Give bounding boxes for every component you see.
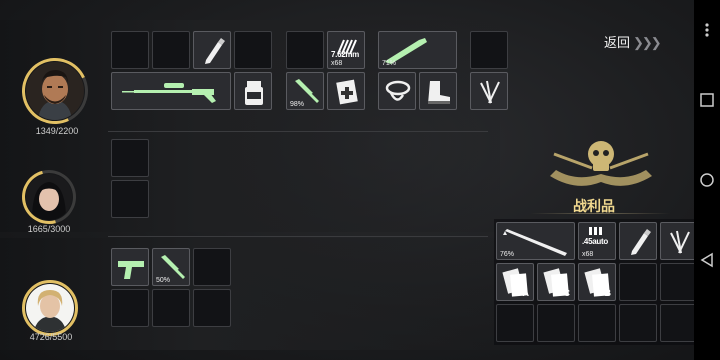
item-slot-crowbar[interactable]: 76% — [496, 222, 575, 260]
back-button[interactable]: 返回 ❯❯❯ — [604, 32, 662, 51]
durability-text: 50% — [156, 277, 171, 284]
book-icon — [584, 268, 610, 297]
boots-icon — [428, 81, 450, 104]
item-slot-darts[interactable] — [660, 222, 698, 260]
empty-slot[interactable] — [111, 31, 149, 69]
male-portrait-art — [26, 62, 84, 120]
empty-slot[interactable] — [111, 289, 149, 327]
book-icon — [543, 268, 569, 297]
empty-slot[interactable] — [660, 263, 698, 301]
item-slot-darts[interactable] — [470, 72, 508, 110]
item-slot-boots[interactable] — [419, 72, 457, 110]
item-slot-medkit[interactable] — [327, 72, 365, 110]
ammo-quantity: x68 — [582, 251, 594, 258]
hp-text: 1665/3000 — [27, 224, 71, 234]
empty-slot[interactable] — [286, 31, 324, 69]
character-portrait-female[interactable] — [26, 174, 72, 220]
pistol-icon — [118, 261, 144, 279]
empty-slot[interactable] — [578, 304, 616, 342]
empty-slot[interactable] — [619, 304, 657, 342]
item-slot-sniper-rifle[interactable] — [111, 72, 231, 110]
durability-text: 76% — [500, 251, 515, 258]
empty-slot[interactable] — [193, 248, 231, 286]
item-slot-book-c[interactable]: C — [537, 263, 575, 301]
empty-slot[interactable] — [152, 31, 190, 69]
book-letter: A — [522, 288, 530, 298]
hp-text: 1349/2200 — [35, 126, 79, 136]
book-letter: C — [563, 288, 571, 298]
empty-slot[interactable] — [193, 289, 231, 327]
item-slot-bat[interactable]: 71% — [378, 31, 457, 69]
row-divider — [108, 236, 488, 237]
game-screen: { "header": {"back_label": "返回", "back_c… — [0, 0, 720, 360]
blonde-portrait-art — [26, 284, 74, 332]
item-slot-pencil[interactable] — [193, 31, 231, 69]
item-slot-book-a[interactable]: A — [496, 263, 534, 301]
ammo-caliber: 7.62mm — [331, 50, 359, 59]
square-icon — [700, 93, 714, 107]
home-button[interactable] — [699, 172, 715, 188]
durability-text: 98% — [290, 101, 305, 108]
item-slot-bottle[interactable] — [234, 72, 272, 110]
medkit-icon — [336, 79, 358, 105]
rope-icon — [385, 80, 411, 101]
ammo-caliber: .45auto — [582, 237, 608, 246]
character-portrait-blonde[interactable] — [26, 284, 74, 332]
durability-text: 71% — [382, 60, 397, 67]
item-slot-rope[interactable] — [378, 72, 416, 110]
chevron-right-icon: ❯❯❯ — [633, 35, 662, 50]
empty-slot[interactable] — [111, 180, 149, 218]
sniper-rifle-icon — [122, 83, 216, 103]
empty-slot[interactable] — [234, 31, 272, 69]
empty-slot[interactable] — [496, 304, 534, 342]
recent-apps-button[interactable] — [699, 92, 715, 108]
female-portrait-art — [26, 174, 72, 220]
more-options-icon[interactable] — [699, 22, 715, 38]
empty-slot[interactable] — [152, 289, 190, 327]
item-slot-pistol[interactable] — [111, 248, 149, 286]
character-row-band — [0, 132, 500, 232]
bottle-icon — [245, 81, 263, 105]
item-slot-ammo-762[interactable]: 7.62mm x68 — [327, 31, 365, 69]
hp-text: 4726/5500 — [29, 332, 73, 342]
back-label: 返回 — [604, 35, 631, 50]
row-divider — [108, 131, 488, 132]
empty-slot[interactable] — [619, 263, 657, 301]
item-slot-ammo-45[interactable]: .45auto x68 — [578, 222, 616, 260]
loot-title-underline — [530, 213, 670, 214]
empty-slot[interactable] — [111, 139, 149, 177]
item-slot-pencil[interactable] — [619, 222, 657, 260]
item-slot-book-b[interactable]: B — [578, 263, 616, 301]
empty-slot[interactable] — [537, 304, 575, 342]
triangle-back-icon — [700, 252, 713, 268]
kebab-icon — [705, 23, 709, 37]
ammo-quantity: x68 — [331, 60, 343, 67]
skull-emblem-icon — [550, 141, 652, 186]
skull-emblem — [546, 136, 656, 196]
pencil-icon — [205, 38, 225, 64]
item-slot-knife[interactable]: 50% — [152, 248, 190, 286]
darts-icon — [480, 80, 500, 104]
circle-icon — [700, 173, 714, 187]
pencil-icon — [631, 229, 651, 255]
empty-slot[interactable] — [470, 31, 508, 69]
character-portrait-male[interactable] — [26, 62, 84, 120]
item-slot-knife[interactable]: 98% — [286, 72, 324, 110]
book-icon — [502, 268, 528, 297]
book-letter: B — [604, 288, 612, 298]
empty-slot[interactable] — [660, 304, 698, 342]
nav-back-button[interactable] — [699, 252, 715, 268]
system-nav-bar — [694, 0, 720, 360]
